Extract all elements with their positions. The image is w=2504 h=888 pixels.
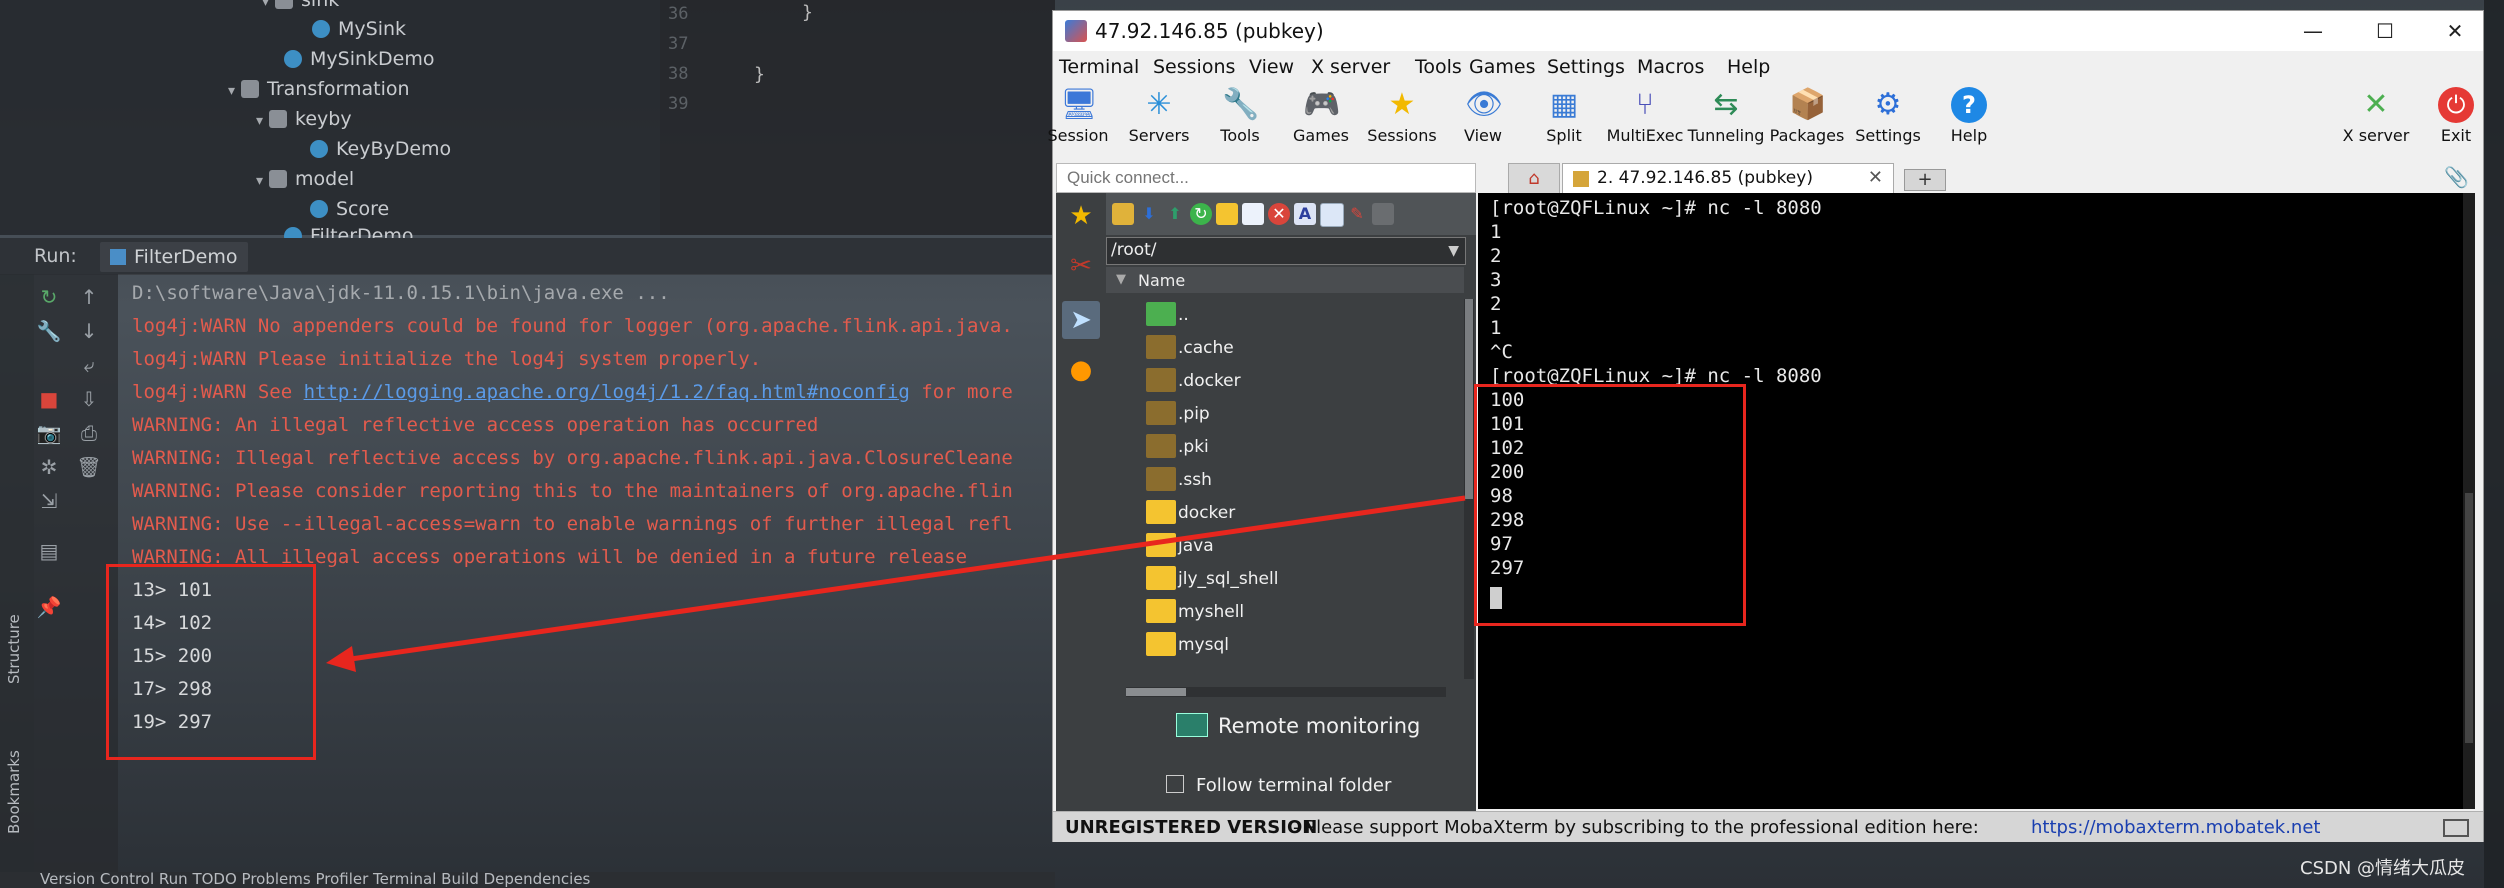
arrow-line [343,495,1466,663]
annotation-arrow [326,495,1466,672]
watermark: CSDN @情绪大瓜皮 [2300,858,2466,879]
window-edge [2484,0,2504,888]
arrow-head-icon [326,646,356,672]
